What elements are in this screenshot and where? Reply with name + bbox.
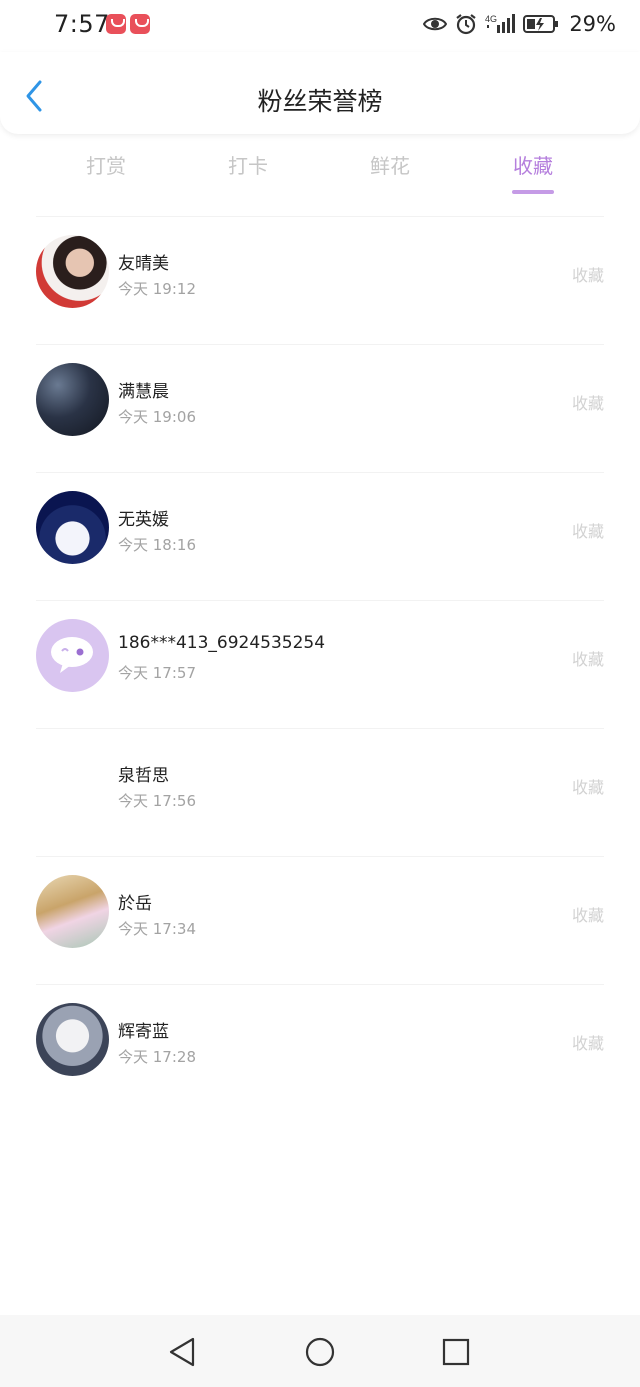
avatar[interactable]	[36, 1003, 109, 1076]
fan-name: 友晴美	[118, 254, 169, 274]
recents-square-icon	[442, 1338, 470, 1366]
nav-home-button[interactable]	[300, 1332, 340, 1372]
fan-list: 友晴美 今天 19:12 收藏 满慧晨 今天 19:06 收藏 无英媛 今天 1…	[0, 217, 640, 1113]
battery-percent: 29%	[569, 12, 616, 36]
eye-icon	[423, 17, 448, 31]
fan-time: 今天 19:12	[118, 280, 196, 298]
fan-action-label: 收藏	[571, 778, 604, 797]
fan-name: 於岳	[118, 894, 152, 914]
fan-action-label: 收藏	[571, 522, 604, 541]
system-nav-bar	[0, 1315, 640, 1387]
avatar[interactable]	[36, 491, 109, 564]
fan-action-label: 收藏	[571, 266, 604, 285]
page-title: 粉丝荣誉榜	[257, 87, 383, 116]
fan-time: 今天 17:57	[118, 664, 196, 682]
fan-time: 今天 17:56	[118, 792, 196, 810]
fan-name: 泉哲思	[118, 766, 169, 786]
app-notification-icon	[106, 14, 126, 34]
list-item[interactable]: 无英媛 今天 18:16 收藏	[0, 473, 640, 601]
avatar[interactable]	[36, 619, 109, 692]
status-app-icons	[106, 14, 150, 34]
list-item[interactable]: 186***413_6924535254 今天 17:57 收藏	[0, 601, 640, 729]
fan-time: 今天 17:34	[118, 920, 196, 938]
status-time: 7:57	[54, 10, 110, 38]
tab-favorites[interactable]: 收藏	[483, 150, 583, 194]
avatar[interactable]	[36, 363, 109, 436]
header: 粉丝荣誉榜	[0, 52, 640, 134]
fan-action-label: 收藏	[571, 650, 604, 669]
fan-time: 今天 18:16	[118, 536, 196, 554]
fan-action-label: 收藏	[571, 906, 604, 925]
nav-recents-button[interactable]	[436, 1332, 476, 1372]
fan-name: 满慧晨	[118, 382, 169, 402]
nav-back-button[interactable]	[163, 1332, 203, 1372]
list-item[interactable]: 泉哲思 今天 17:56 收藏	[0, 729, 640, 857]
back-triangle-icon	[169, 1337, 195, 1367]
tab-reward[interactable]: 打赏	[56, 150, 156, 179]
list-item[interactable]: 辉寄蓝 今天 17:28 收藏	[0, 985, 640, 1113]
tab-checkin[interactable]: 打卡	[198, 150, 298, 179]
home-circle-icon	[305, 1337, 335, 1367]
fan-action-label: 收藏	[571, 394, 604, 413]
fan-name: 辉寄蓝	[118, 1022, 169, 1042]
avatar[interactable]	[36, 235, 109, 308]
active-tab-indicator	[512, 190, 554, 194]
fan-name: 186***413_6924535254	[118, 633, 326, 653]
status-indicators: 4G 29%	[423, 12, 616, 36]
status-bar: 7:57 4G 29%	[0, 0, 640, 52]
alarm-icon	[456, 14, 476, 35]
avatar[interactable]	[36, 875, 109, 948]
tab-bar: 打赏 打卡 鲜花 收藏	[36, 150, 604, 200]
default-chat-avatar-icon	[51, 637, 93, 673]
avatar[interactable]	[36, 747, 109, 820]
battery-icon	[523, 15, 559, 33]
fan-time: 今天 19:06	[118, 408, 196, 426]
fan-action-label: 收藏	[571, 1034, 604, 1053]
svg-text:4G: 4G	[485, 14, 497, 24]
signal-4g-icon: 4G	[485, 14, 516, 33]
list-item[interactable]: 於岳 今天 17:34 收藏	[0, 857, 640, 985]
tab-favorites-label: 收藏	[513, 154, 553, 178]
fan-name: 无英媛	[118, 510, 169, 530]
list-item[interactable]: 满慧晨 今天 19:06 收藏	[0, 345, 640, 473]
tab-flowers[interactable]: 鲜花	[340, 150, 440, 179]
list-item[interactable]: 友晴美 今天 19:12 收藏	[0, 217, 640, 345]
fan-time: 今天 17:28	[118, 1048, 196, 1066]
app-notification-icon	[130, 14, 150, 34]
